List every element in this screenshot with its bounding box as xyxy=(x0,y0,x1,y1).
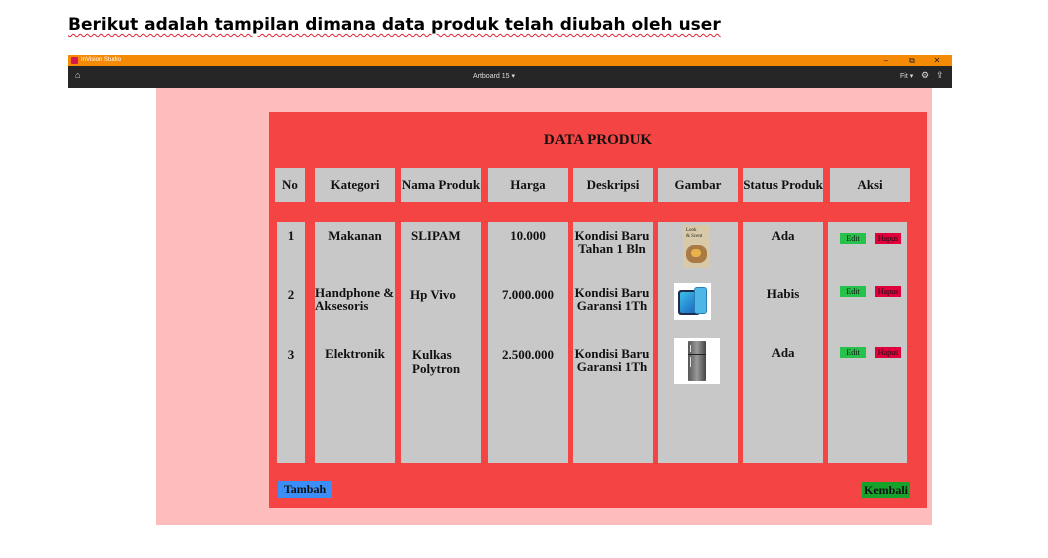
header-deskripsi: Deskripsi xyxy=(573,168,653,202)
header-kategori: Kategori xyxy=(315,168,395,202)
phone-thumbnail xyxy=(674,283,711,320)
column-harga xyxy=(488,222,568,463)
toolbar: ⌂ Artboard 15 ▾ Fit ▾ ⚙ ⇪ xyxy=(68,66,952,88)
gear-icon[interactable]: ⚙ xyxy=(921,70,929,81)
header-harga: Harga xyxy=(488,168,568,202)
row1-nama: SLIPAM xyxy=(411,228,461,243)
title-bar: InVision Studio – ⧉ ✕ xyxy=(68,55,952,66)
restore-button[interactable]: ⧉ xyxy=(905,55,919,66)
row2-deskripsi-line2: Garansi 1Th xyxy=(576,298,648,313)
row3-deskripsi-line2: Garansi 1Th xyxy=(576,359,648,374)
header-gambar: Gambar xyxy=(658,168,738,202)
app-logo-icon xyxy=(71,57,78,64)
row1-no: 1 xyxy=(287,228,295,243)
row1-harga: 10.000 xyxy=(510,228,546,243)
row3-status: Ada xyxy=(771,345,795,360)
row1-hapus-button[interactable]: Hapus xyxy=(875,233,901,244)
row2-nama: Hp Vivo xyxy=(410,287,456,302)
row2-kategori-line2: Aksesoris xyxy=(315,298,369,313)
header-no: No xyxy=(275,168,305,202)
row2-status: Habis xyxy=(766,286,800,301)
column-kategori xyxy=(315,222,395,463)
kembali-button[interactable]: Kembali xyxy=(862,482,910,498)
document-heading: Berikut adalah tampilan dimana data prod… xyxy=(68,15,721,35)
row1-kategori: Makanan xyxy=(328,228,382,243)
row3-nama-line2: Polytron xyxy=(412,361,461,376)
row1-deskripsi-line2: Tahan 1 Bln xyxy=(578,241,646,256)
row3-kategori: Elektronik xyxy=(325,346,385,361)
invision-studio-window: InVision Studio – ⧉ ✕ ⌂ Artboard 15 ▾ Fi… xyxy=(68,55,952,525)
header-nama-produk: Nama Produk xyxy=(401,168,481,202)
row3-nama-line1: Kulkas xyxy=(412,347,452,362)
zoom-selector[interactable]: Fit ▾ xyxy=(900,72,913,80)
row2-no: 2 xyxy=(287,287,295,302)
column-no xyxy=(277,222,305,463)
column-status-produk xyxy=(743,222,823,463)
row3-edit-button[interactable]: Edit xyxy=(840,347,866,358)
tambah-button[interactable]: Tambah xyxy=(278,481,332,498)
row1-edit-button[interactable]: Edit xyxy=(840,233,866,244)
book-cover-thumbnail: Look & Scent xyxy=(683,225,710,268)
row3-harga: 2.500.000 xyxy=(502,347,554,362)
column-deskripsi xyxy=(573,222,653,463)
artboard: DATA PRODUK No Kategori Nama Produk Harg… xyxy=(156,88,932,525)
row3-no: 3 xyxy=(287,347,295,362)
close-button[interactable]: ✕ xyxy=(930,55,944,66)
column-nama-produk xyxy=(401,222,481,463)
share-icon[interactable]: ⇪ xyxy=(936,70,944,81)
minimize-button[interactable]: – xyxy=(879,55,893,66)
page-title: DATA PRODUK xyxy=(543,132,653,148)
row2-harga: 7.000.000 xyxy=(502,287,554,302)
thumbnail-text-line2: & Scent xyxy=(686,234,703,239)
row2-hapus-button[interactable]: Hapus xyxy=(875,286,901,297)
design-canvas: DATA PRODUK No Kategori Nama Produk Harg… xyxy=(68,88,952,525)
fridge-thumbnail xyxy=(674,338,720,384)
row3-hapus-button[interactable]: Hapus xyxy=(875,347,901,358)
app-name: InVision Studio xyxy=(81,57,121,63)
row2-edit-button[interactable]: Edit xyxy=(840,286,866,297)
row1-status: Ada xyxy=(771,228,795,243)
data-produk-panel: DATA PRODUK No Kategori Nama Produk Harg… xyxy=(269,112,927,508)
column-aksi xyxy=(828,222,907,463)
artboard-selector[interactable]: Artboard 15 ▾ xyxy=(68,72,920,80)
header-aksi: Aksi xyxy=(830,168,910,202)
header-status-produk: Status Produk xyxy=(743,168,823,202)
